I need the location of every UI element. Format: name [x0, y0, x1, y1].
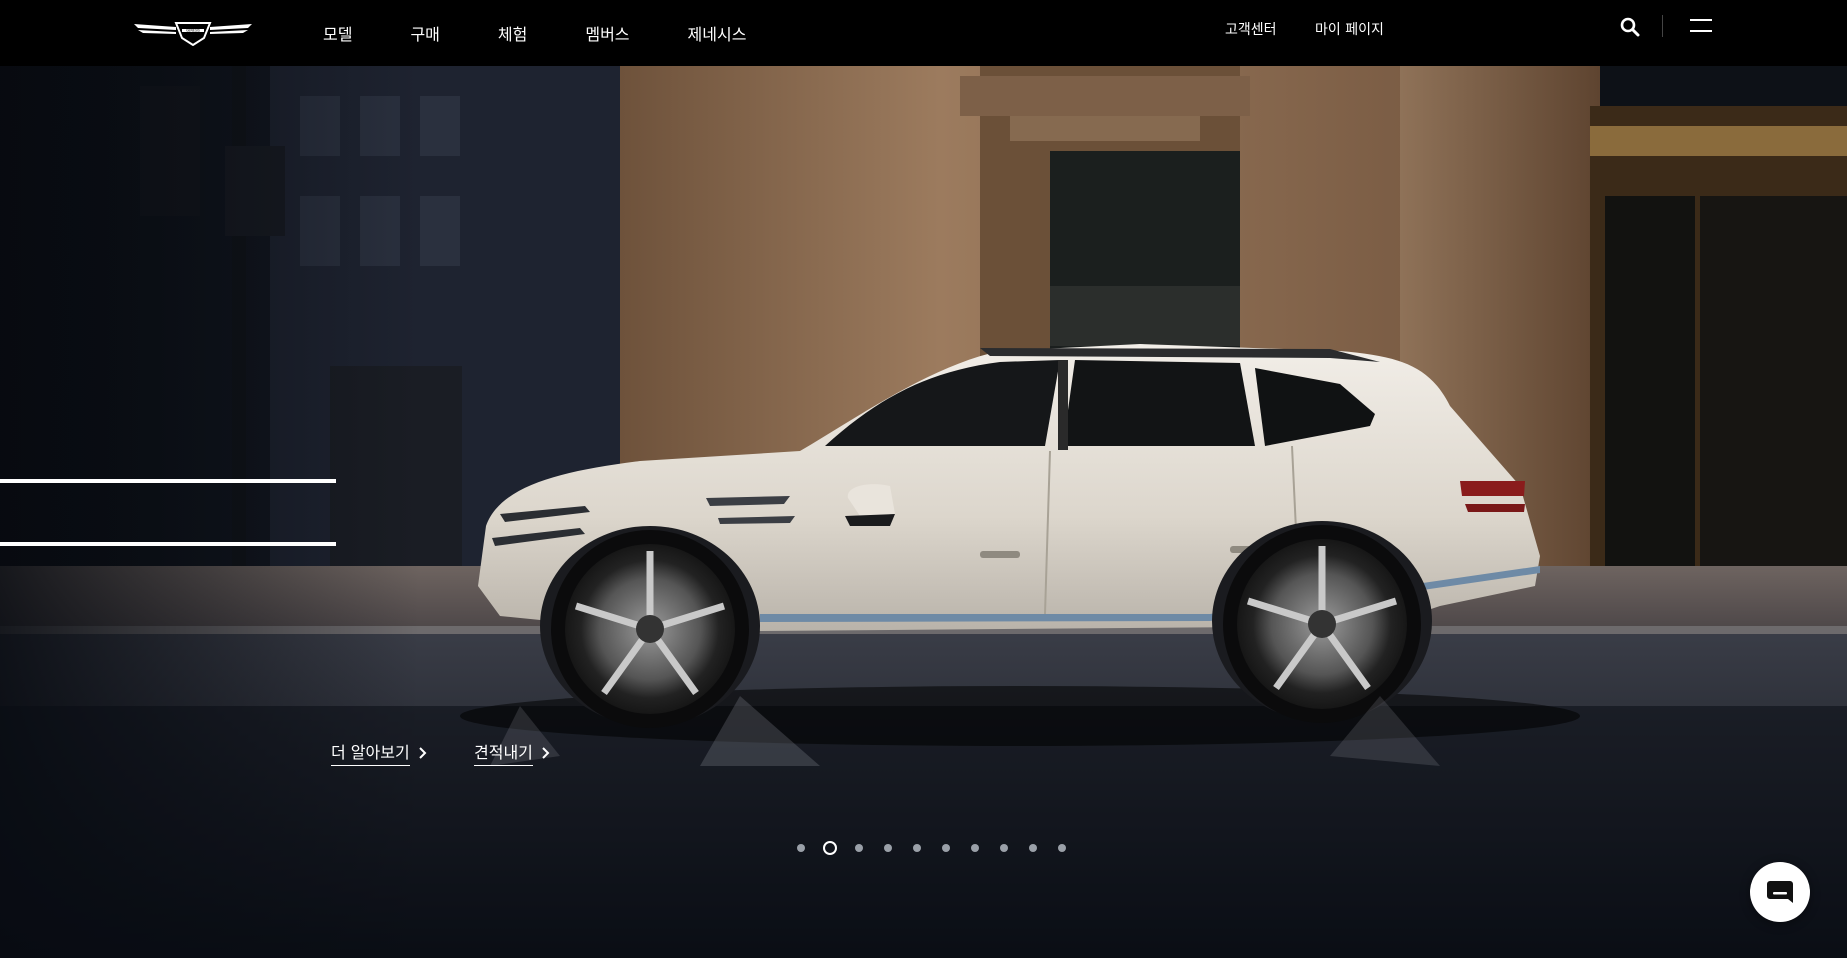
nav-item-experience[interactable]: 체험: [498, 21, 527, 45]
learn-more-label: 더 알아보기: [331, 739, 410, 766]
carousel-dot-4[interactable]: [884, 844, 892, 852]
get-quote-link[interactable]: 견적내기: [474, 739, 550, 766]
main-nav: 모델 구매 체험 멤버스 제네시스: [323, 0, 804, 66]
carousel-dot-6[interactable]: [942, 844, 950, 852]
hero-image-genesis-suv: [0, 66, 1847, 960]
get-quote-label: 견적내기: [474, 739, 533, 766]
hero-banner: 더 알아보기 견적내기: [0, 66, 1847, 960]
nav-item-genesis[interactable]: 제네시스: [688, 21, 747, 45]
chevron-right-icon: [542, 746, 550, 759]
chat-icon: [1767, 881, 1793, 903]
carousel-pagination: [797, 841, 1087, 855]
customer-center-link[interactable]: 고객센터: [1225, 19, 1277, 39]
hamburger-menu-icon[interactable]: [1690, 18, 1712, 34]
hero-accent-line-top: [0, 479, 336, 483]
chat-button[interactable]: [1750, 862, 1810, 922]
carousel-dot-5[interactable]: [913, 844, 921, 852]
carousel-dot-8[interactable]: [1000, 844, 1008, 852]
svg-text:GENESIS: GENESIS: [186, 28, 200, 32]
genesis-logo[interactable]: GENESIS: [132, 18, 254, 46]
learn-more-link[interactable]: 더 알아보기: [331, 739, 427, 766]
search-icon[interactable]: [1620, 17, 1640, 37]
carousel-dot-3[interactable]: [855, 844, 863, 852]
site-header: GENESIS 모델 구매 체험 멤버스 제네시스 고객센터 마이 페이지: [0, 0, 1847, 66]
my-page-link[interactable]: 마이 페이지: [1315, 19, 1384, 39]
header-divider: [1662, 15, 1663, 37]
carousel-dot-7[interactable]: [971, 844, 979, 852]
carousel-dot-10[interactable]: [1058, 844, 1066, 852]
carousel-dot-1[interactable]: [797, 844, 805, 852]
nav-item-purchase[interactable]: 구매: [410, 21, 439, 45]
chevron-right-icon: [418, 746, 427, 759]
carousel-dot-9[interactable]: [1029, 844, 1037, 852]
nav-item-models[interactable]: 모델: [323, 21, 352, 45]
nav-item-members[interactable]: 멤버스: [585, 21, 629, 45]
hero-accent-line-bottom: [0, 542, 336, 546]
carousel-dot-2-active[interactable]: [823, 841, 837, 855]
